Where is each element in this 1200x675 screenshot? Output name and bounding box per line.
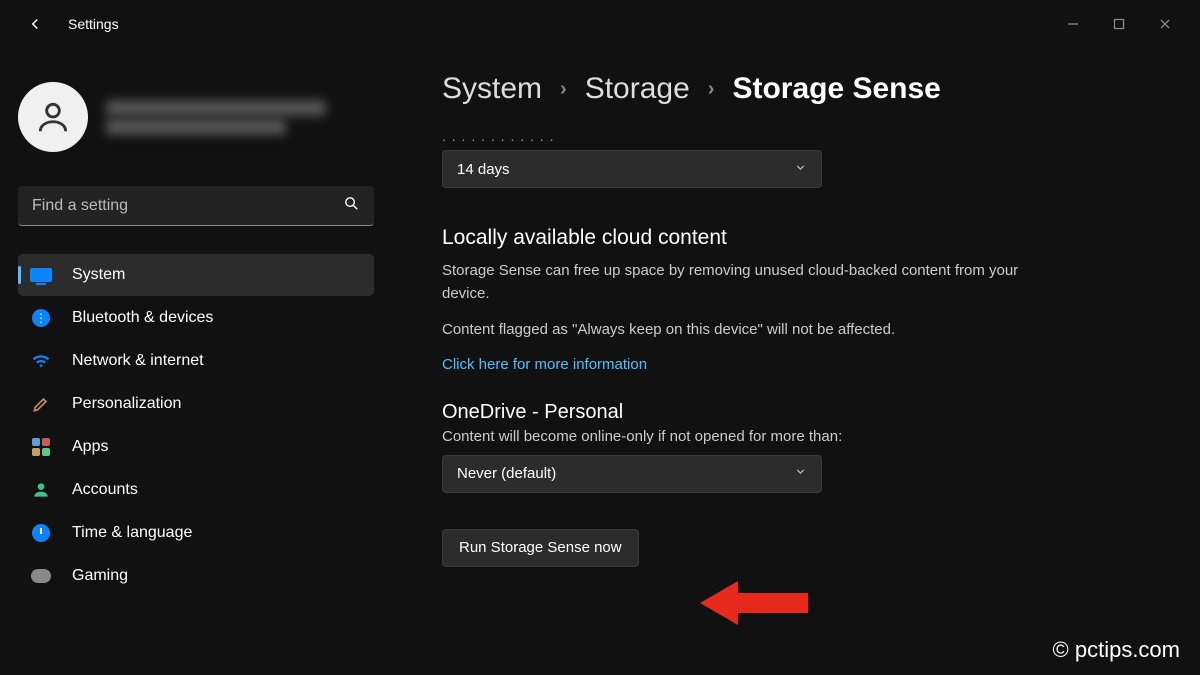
sidebar-item-time[interactable]: Time & language: [18, 512, 374, 554]
paintbrush-icon: [30, 393, 52, 415]
person-icon: [30, 479, 52, 501]
minimize-button[interactable]: [1050, 8, 1096, 40]
run-storage-sense-button[interactable]: Run Storage Sense now: [442, 529, 639, 567]
search-placeholder: Find a setting: [32, 197, 343, 215]
sidebar-item-gaming[interactable]: Gaming: [18, 555, 374, 597]
truncated-label: . . . . . . . . . . . .: [442, 128, 1160, 144]
sidebar-item-label: Gaming: [72, 567, 128, 585]
back-button[interactable]: [20, 9, 50, 39]
sidebar-item-label: Time & language: [72, 524, 192, 542]
user-name-blurred: [106, 97, 326, 138]
dropdown-recycle-days[interactable]: 14 days: [442, 150, 822, 188]
sidebar-item-bluetooth[interactable]: ⋮ Bluetooth & devices: [18, 297, 374, 339]
cloud-heading: Locally available cloud content: [442, 226, 1160, 250]
apps-icon: [30, 436, 52, 458]
content: System › Storage › Storage Sense . . . .…: [392, 48, 1200, 675]
sidebar-item-label: Network & internet: [72, 352, 204, 370]
gamepad-icon: [30, 565, 52, 587]
dropdown-onedrive[interactable]: Never (default): [442, 455, 822, 493]
clock-icon: [30, 522, 52, 544]
search-input[interactable]: Find a setting: [18, 186, 374, 226]
dropdown-value: Never (default): [457, 465, 794, 482]
breadcrumb-storage[interactable]: Storage: [585, 72, 690, 106]
chevron-right-icon: ›: [708, 78, 715, 101]
user-card[interactable]: [18, 82, 374, 152]
search-icon: [343, 195, 360, 217]
sidebar-item-label: Apps: [72, 438, 108, 456]
onedrive-desc: Content will become online-only if not o…: [442, 428, 1160, 445]
sidebar: Find a setting System ⋮ Bluetooth & devi…: [0, 48, 392, 675]
sidebar-item-personalization[interactable]: Personalization: [18, 383, 374, 425]
sidebar-item-label: Accounts: [72, 481, 138, 499]
maximize-button[interactable]: [1096, 8, 1142, 40]
app-title: Settings: [68, 16, 1050, 32]
button-label: Run Storage Sense now: [459, 539, 622, 556]
watermark: © pctips.com: [1053, 637, 1180, 663]
more-info-link[interactable]: Click here for more information: [442, 356, 647, 373]
sidebar-item-apps[interactable]: Apps: [18, 426, 374, 468]
chevron-down-icon: [794, 161, 807, 178]
chevron-down-icon: [794, 465, 807, 482]
sidebar-item-label: Bluetooth & devices: [72, 309, 213, 327]
breadcrumb-system[interactable]: System: [442, 72, 542, 106]
nav: System ⋮ Bluetooth & devices Network & i…: [18, 254, 374, 597]
wifi-icon: [30, 350, 52, 372]
sidebar-item-system[interactable]: System: [18, 254, 374, 296]
chevron-right-icon: ›: [560, 78, 567, 101]
sidebar-item-label: Personalization: [72, 395, 181, 413]
breadcrumb: System › Storage › Storage Sense: [442, 72, 1160, 106]
avatar: [18, 82, 88, 152]
dropdown-value: 14 days: [457, 161, 794, 178]
sidebar-item-accounts[interactable]: Accounts: [18, 469, 374, 511]
onedrive-heading: OneDrive - Personal: [442, 401, 1160, 424]
sidebar-item-label: System: [72, 266, 125, 284]
breadcrumb-current: Storage Sense: [732, 72, 940, 106]
bluetooth-icon: ⋮: [30, 307, 52, 329]
system-icon: [30, 264, 52, 286]
cloud-desc-2: Content flagged as "Always keep on this …: [442, 319, 1062, 342]
titlebar: Settings: [0, 0, 1200, 48]
close-button[interactable]: [1142, 8, 1188, 40]
cloud-desc-1: Storage Sense can free up space by remov…: [442, 260, 1062, 305]
sidebar-item-network[interactable]: Network & internet: [18, 340, 374, 382]
